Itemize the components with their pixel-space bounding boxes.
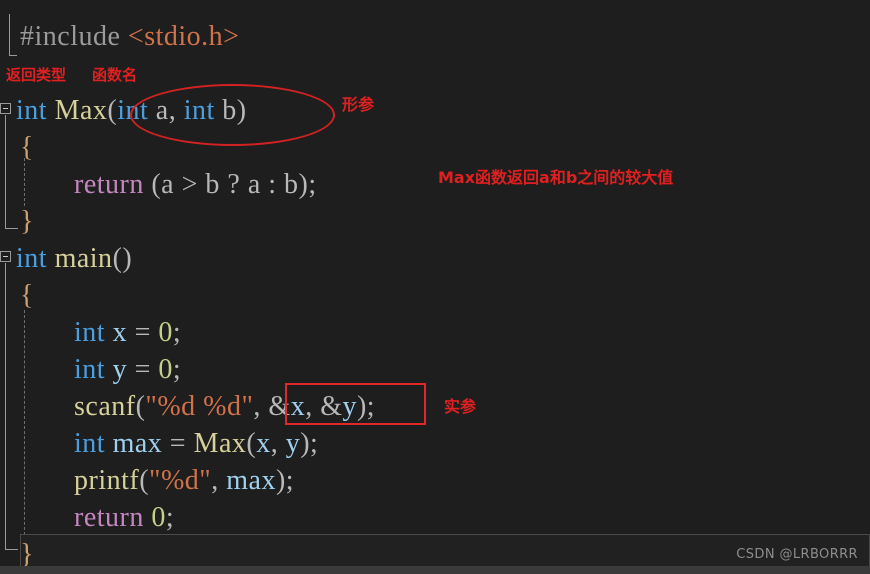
code-line-main-signature: int main() bbox=[16, 240, 132, 277]
code-token: ( bbox=[135, 391, 146, 422]
code-token: = bbox=[127, 317, 159, 348]
code-token: { bbox=[20, 132, 34, 163]
code-editor: #include <stdio.h> int Max(int a, int b)… bbox=[0, 0, 870, 574]
code-token: y bbox=[285, 428, 301, 459]
code-token: ); bbox=[300, 428, 319, 459]
code-token: "%d" bbox=[149, 465, 212, 496]
code-token: y bbox=[112, 354, 128, 385]
code-token: <stdio.h> bbox=[127, 21, 240, 52]
code-token: int bbox=[74, 354, 106, 385]
code-token: x bbox=[256, 428, 271, 459]
code-token: = bbox=[162, 428, 194, 459]
code-token: main bbox=[54, 243, 113, 274]
code-token: int bbox=[74, 428, 106, 459]
code-line-main-return: return 0; bbox=[74, 499, 174, 536]
code-line-decl-y: int y = 0; bbox=[74, 351, 181, 388]
code-token: 0 bbox=[158, 317, 173, 348]
footer-bar bbox=[0, 566, 870, 574]
code-token: () bbox=[112, 243, 133, 274]
code-token: ); bbox=[275, 465, 295, 496]
code-token: (a > b ? a : b); bbox=[143, 169, 317, 200]
code-token: return bbox=[74, 502, 144, 533]
annotation-function-name: 函数名 bbox=[92, 66, 138, 84]
code-token: ( bbox=[107, 95, 118, 126]
code-token: printf bbox=[74, 465, 140, 496]
code-token: ( bbox=[139, 465, 150, 496]
code-token: } bbox=[20, 206, 34, 237]
code-token: , bbox=[270, 428, 286, 459]
code-token: = bbox=[127, 354, 159, 385]
code-token: ( bbox=[246, 428, 257, 459]
code-area[interactable]: #include <stdio.h> int Max(int a, int b)… bbox=[0, 0, 870, 574]
code-token: scanf bbox=[74, 391, 136, 422]
code-line-max-return: return (a > b ? a : b); bbox=[74, 166, 317, 203]
code-token: max bbox=[112, 428, 163, 459]
annotation-actual-params: 实参 bbox=[444, 397, 477, 416]
code-token: max bbox=[226, 465, 276, 496]
annotation-formal-params: 形参 bbox=[342, 95, 375, 114]
code-token: "%d %d" bbox=[145, 391, 254, 422]
annotation-ellipse-formal-params bbox=[130, 84, 335, 146]
code-line-main-open-brace: { bbox=[20, 277, 34, 314]
code-token: int bbox=[74, 317, 106, 348]
code-line-include: #include <stdio.h> bbox=[20, 18, 239, 55]
code-token: #include bbox=[20, 21, 128, 52]
code-token: int bbox=[16, 95, 48, 126]
code-token: { bbox=[20, 280, 34, 311]
annotation-max-description: Max函数返回a和b之间的较大值 bbox=[438, 168, 674, 187]
code-token: Max bbox=[193, 428, 247, 459]
code-token: x bbox=[112, 317, 128, 348]
code-token: Max bbox=[54, 95, 108, 126]
code-token: 0 bbox=[151, 502, 166, 533]
code-line-printf-call: printf("%d", max); bbox=[74, 462, 294, 499]
code-token: , bbox=[253, 391, 269, 422]
code-line-decl-x: int x = 0; bbox=[74, 314, 181, 351]
annotation-return-type: 返回类型 bbox=[6, 66, 67, 84]
code-token: ; bbox=[165, 502, 175, 533]
code-token: 0 bbox=[158, 354, 173, 385]
code-token: int bbox=[16, 243, 48, 274]
code-token: return bbox=[74, 169, 144, 200]
code-line-decl-max: int max = Max(x, y); bbox=[74, 425, 318, 462]
code-token: , bbox=[211, 465, 227, 496]
code-line-max-close-brace: } bbox=[20, 203, 34, 240]
code-token: ; bbox=[172, 354, 182, 385]
code-token: ; bbox=[172, 317, 182, 348]
code-line-max-open-brace: { bbox=[20, 129, 34, 166]
annotation-box-actual-params bbox=[285, 383, 426, 425]
watermark: CSDN @LRBORRR bbox=[736, 547, 858, 562]
